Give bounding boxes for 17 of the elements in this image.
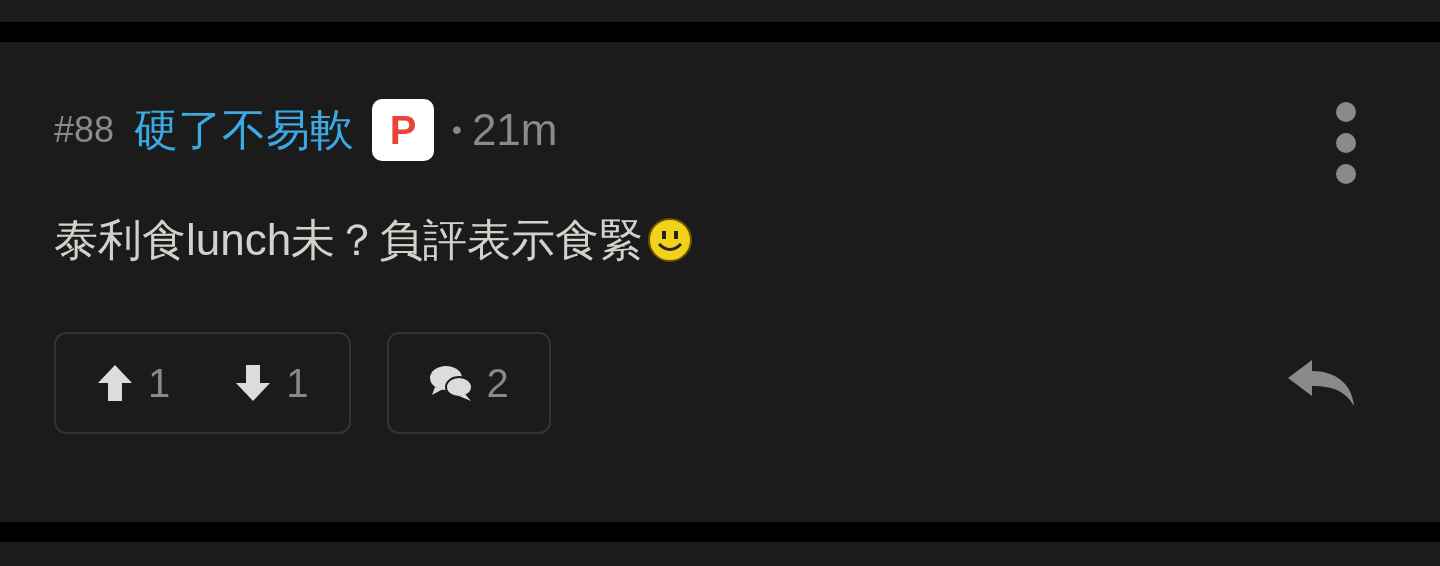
user-badge: P (372, 99, 435, 161)
username[interactable]: 硬了不易軟 (134, 100, 355, 160)
more-menu-icon[interactable] (1336, 102, 1356, 184)
post-text: 泰利食lunch未？負評表示食緊 (54, 213, 644, 266)
upvote-count: 1 (148, 360, 171, 406)
reply-icon[interactable] (1286, 358, 1356, 408)
comments-button[interactable]: 2 (386, 332, 551, 434)
vote-box[interactable]: 1 1 (54, 332, 351, 434)
separator: • (452, 114, 462, 146)
upvote-icon[interactable] (96, 363, 134, 403)
downvote-count: 1 (286, 360, 309, 406)
downvote-icon[interactable] (234, 363, 273, 403)
smiley-icon (647, 217, 694, 263)
post-number: #88 (54, 109, 115, 151)
post-time: 21m (471, 105, 558, 155)
chat-bubbles-icon (428, 363, 473, 403)
comment-count: 2 (486, 360, 509, 406)
